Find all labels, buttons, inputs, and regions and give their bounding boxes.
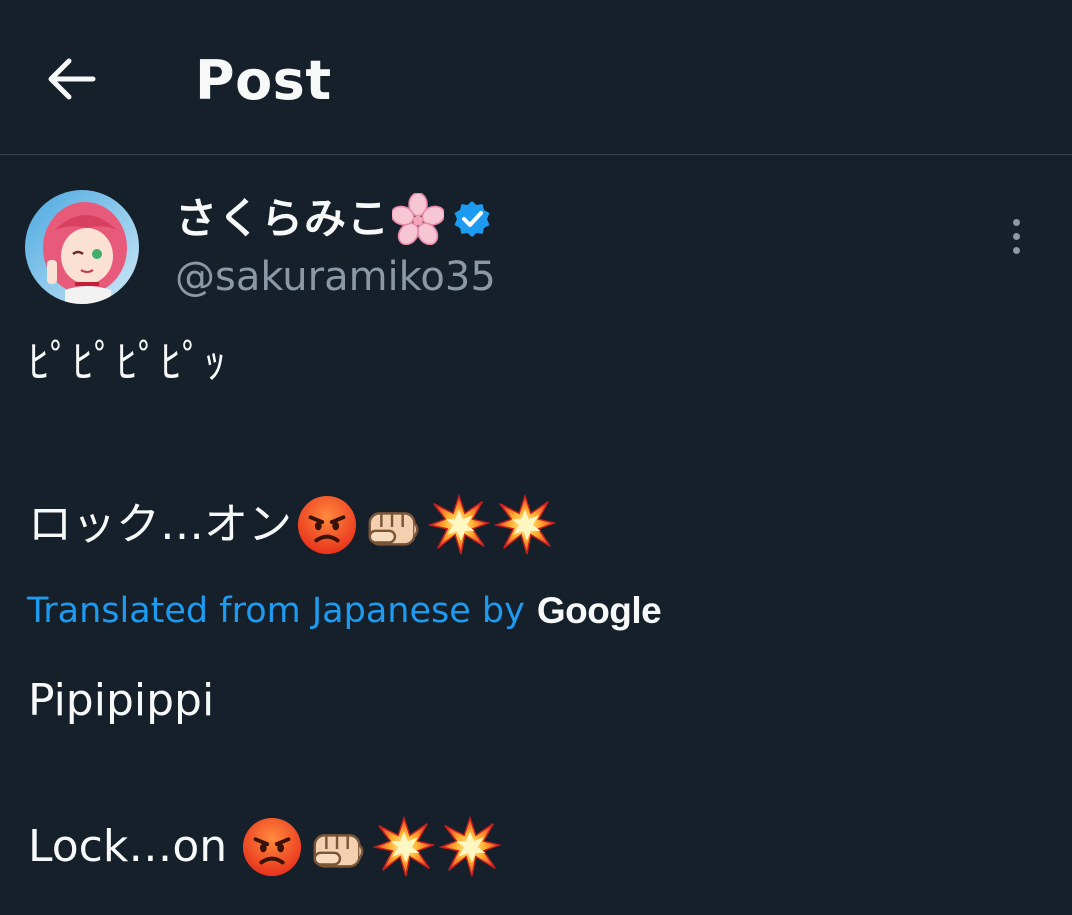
more-dot [1012,232,1020,240]
collision-icon [428,494,490,556]
back-button[interactable] [40,48,102,110]
angry-face-icon [241,816,303,878]
translated-text-line-1: Pipipippi [28,672,214,730]
more-vertical-icon [1012,218,1020,226]
post-original-line-1: ﾋﾟﾋﾟﾋﾟﾋﾟｯ [28,337,226,388]
verified-badge-icon[interactable] [452,199,492,239]
cherry-blossom-icon [392,193,444,245]
post-text-line-1: ﾋﾟﾋﾟﾋﾟﾋﾟｯ [28,334,226,392]
post-author: さくらみこ @sakuramiko35 [0,156,1072,316]
display-name-row[interactable]: さくらみこ [175,192,492,246]
collision-icon [494,494,556,556]
user-handle[interactable]: @sakuramiko35 [175,252,496,302]
angry-face-icon [296,494,358,556]
avatar-image [25,190,139,304]
fist-icon [362,494,424,556]
collision-icon [439,816,501,878]
arrow-left-icon [48,58,96,100]
google-logo: Google [536,590,662,631]
post-translated-line-1: Pipipippi [28,675,215,726]
translation-attribution[interactable]: Translated from Japanese by Google [27,586,662,636]
fist-icon [307,816,369,878]
display-name: さくらみこ [175,194,391,243]
page-title: Post [195,49,332,112]
post-text-line-2: ロック…オン [28,494,556,556]
avatar[interactable] [25,190,139,304]
translated-label: Translated from Japanese by [27,591,525,631]
translated-text-line-2: Lock…on [28,816,501,878]
collision-icon [373,816,435,878]
post-original-line-2: ロック…オン [28,499,292,550]
more-options-button[interactable] [996,212,1036,260]
post-translated-line-2: Lock…on [28,821,228,872]
top-bar: Post [0,0,1072,155]
more-dot [1012,246,1020,254]
